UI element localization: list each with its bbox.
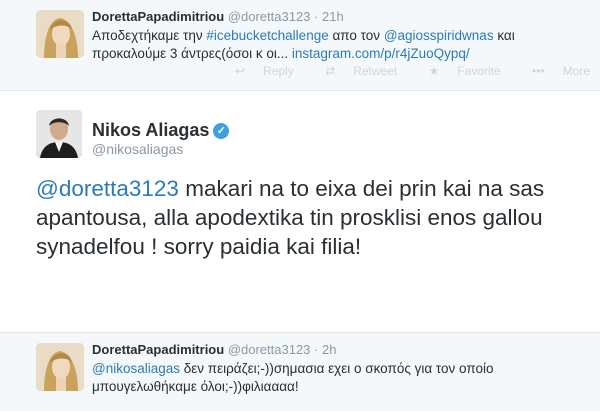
tweet-time[interactable]: 2h: [322, 342, 336, 357]
reply-icon: ↩: [235, 64, 246, 78]
separator-dot: ·: [314, 9, 319, 24]
display-name[interactable]: DorettaPapadimitriou: [92, 342, 224, 357]
nikos-avatar[interactable]: [36, 110, 82, 158]
reply-label: Reply: [263, 64, 294, 78]
star-icon: ★: [428, 64, 440, 78]
user-handle[interactable]: @doretta3123: [228, 9, 311, 24]
author-name[interactable]: Nikos Aliagas ✓: [92, 120, 230, 141]
reply-button[interactable]: ↩ Reply: [221, 64, 294, 78]
favorite-label: Favorite: [457, 64, 501, 78]
tweet-actions: ↩ Reply ⇄ Retweet ★ Favorite ••• More: [207, 64, 590, 78]
tweet-time[interactable]: 21h: [322, 9, 344, 24]
mention-link[interactable]: @doretta3123: [36, 176, 179, 201]
tweet-text-part: απο τον: [328, 28, 384, 43]
user-handle[interactable]: @doretta3123: [228, 342, 311, 357]
instagram-link[interactable]: instagram.com/p/r4jZuoQypq/: [292, 46, 470, 61]
tweet-text-part: και: [493, 28, 515, 43]
doretta-avatar[interactable]: [36, 343, 84, 391]
favorite-button[interactable]: ★ Favorite: [415, 64, 501, 78]
retweet-button[interactable]: ⇄ Retweet: [311, 64, 397, 78]
tweet-header: DorettaPapadimitriou @doretta3123 · 21h: [92, 9, 344, 24]
author-name-text: Nikos Aliagas: [92, 120, 210, 140]
doretta-avatar[interactable]: [36, 10, 84, 58]
author-handle[interactable]: @nikosaliagas: [92, 141, 183, 157]
mention-link[interactable]: @nikosaliagas: [92, 361, 180, 376]
tweet-text-part: μπουγελωθήκαμε όλοι;-))φιλιαααα!: [92, 379, 299, 394]
more-icon: •••: [532, 64, 545, 78]
display-name[interactable]: DorettaPapadimitriou: [92, 9, 224, 24]
tweet-text: @nikosaliagas δεν πειράζει;-))σημασια εχ…: [92, 360, 572, 396]
main-tweet-text: @doretta3123 makari na to eixa dei prin …: [36, 174, 581, 261]
tweet-text-part: προκαλούμε 3 άντρες(όσοι κ οι...: [92, 46, 292, 61]
retweet-label: Retweet: [353, 64, 398, 78]
separator-dot: ·: [314, 342, 319, 357]
tweet-header: DorettaPapadimitriou @doretta3123 · 2h: [92, 342, 336, 357]
reply-tweet-top[interactable]: DorettaPapadimitriou @doretta3123 · 21h …: [0, 0, 600, 91]
reply-tweet-bottom[interactable]: DorettaPapadimitriou @doretta3123 · 2h @…: [0, 332, 600, 411]
tweet-text: Αποδεχτήκαμε την #icebucketchallenge απο…: [92, 27, 572, 63]
retweet-icon: ⇄: [325, 64, 336, 78]
tweet-text-part: Αποδεχτήκαμε την: [92, 28, 207, 43]
more-button[interactable]: ••• More: [518, 64, 590, 78]
hashtag-link[interactable]: #icebucketchallenge: [206, 28, 328, 43]
more-label: More: [562, 64, 590, 78]
verified-badge-icon: ✓: [213, 123, 230, 139]
mention-link[interactable]: @agiosspiridwnas: [384, 28, 494, 43]
tweet-text-part: δεν πειράζει;-))σημασια εχει ο σκοπός γι…: [180, 361, 494, 376]
